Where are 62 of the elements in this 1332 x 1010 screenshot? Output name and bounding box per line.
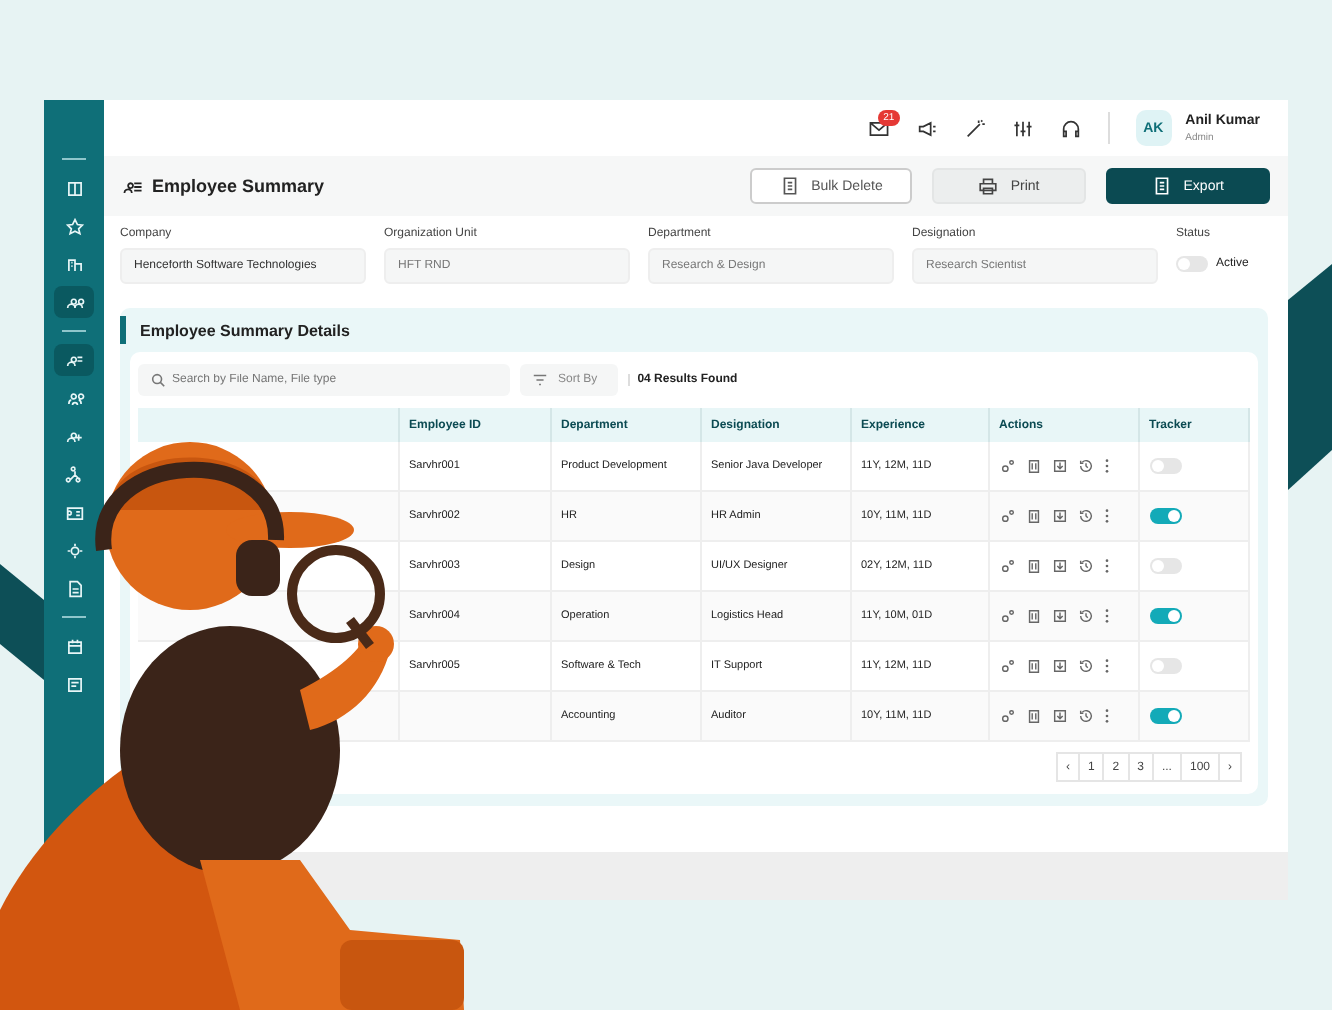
delete-icon[interactable]	[1025, 708, 1041, 724]
tracker-toggle[interactable]	[1149, 708, 1181, 724]
sidebar-icon	[63, 463, 85, 485]
mail-icon[interactable]	[867, 117, 890, 139]
more-icon[interactable]	[1103, 658, 1109, 674]
download-icon[interactable]	[1051, 458, 1067, 474]
sidebar-icon	[63, 577, 85, 599]
gears-icon[interactable]	[999, 508, 1015, 524]
document-icon	[1151, 176, 1172, 196]
sidebar-item[interactable]	[54, 286, 94, 318]
history-icon[interactable]	[1077, 608, 1093, 624]
megaphone-icon[interactable]	[915, 117, 938, 139]
more-icon[interactable]	[1103, 458, 1109, 474]
page-title: Employee Summary	[152, 176, 325, 196]
printer-icon	[978, 176, 999, 196]
download-icon[interactable]	[1051, 658, 1067, 674]
delete-icon[interactable]	[1025, 608, 1041, 624]
history-icon[interactable]	[1077, 658, 1093, 674]
more-icon[interactable]	[1103, 508, 1109, 524]
background-stripe	[0, 564, 44, 680]
search-icon	[150, 372, 166, 388]
gears-icon[interactable]	[999, 708, 1015, 724]
download-icon[interactable]	[1051, 708, 1067, 724]
sidebar-icon	[63, 387, 85, 409]
sidebar-icon	[63, 215, 85, 237]
sidebar-icon	[63, 635, 85, 657]
download-icon[interactable]	[1051, 608, 1067, 624]
gears-icon[interactable]	[999, 558, 1015, 574]
history-icon[interactable]	[1077, 508, 1093, 524]
sidebar-icon	[63, 673, 85, 695]
sidebar-icon	[63, 539, 85, 561]
filter-icon	[532, 372, 548, 388]
download-icon[interactable]	[1051, 558, 1067, 574]
sidebar-icon	[63, 253, 85, 275]
document-icon	[779, 176, 800, 196]
gears-icon[interactable]	[999, 458, 1015, 474]
sliders-icon[interactable]	[1011, 117, 1034, 139]
tracker-toggle[interactable]	[1149, 458, 1181, 474]
history-icon[interactable]	[1077, 558, 1093, 574]
wand-icon[interactable]	[963, 117, 986, 139]
tracker-toggle[interactable]	[1149, 658, 1181, 674]
more-icon[interactable]	[1103, 708, 1109, 724]
history-icon[interactable]	[1077, 708, 1093, 724]
tracker-toggle[interactable]	[1149, 558, 1181, 574]
more-icon[interactable]	[1103, 608, 1109, 624]
headset-icon[interactable]	[1059, 117, 1082, 139]
more-icon[interactable]	[1103, 558, 1109, 574]
section-title: Employee Summary Details	[140, 321, 350, 339]
tracker-toggle[interactable]	[1149, 508, 1181, 524]
delete-icon[interactable]	[1025, 658, 1041, 674]
sidebar-item[interactable]	[54, 344, 94, 376]
delete-icon[interactable]	[1025, 558, 1041, 574]
delete-icon[interactable]	[1025, 458, 1041, 474]
delete-icon[interactable]	[1025, 508, 1041, 524]
history-icon[interactable]	[1077, 458, 1093, 474]
gears-icon[interactable]	[999, 658, 1015, 674]
tracker-toggle[interactable]	[1149, 608, 1181, 624]
sidebar-icon	[63, 177, 85, 199]
toggle-switch[interactable]	[1176, 256, 1208, 272]
gears-icon[interactable]	[999, 608, 1015, 624]
sidebar-icon	[63, 501, 85, 523]
download-icon[interactable]	[1051, 508, 1067, 524]
